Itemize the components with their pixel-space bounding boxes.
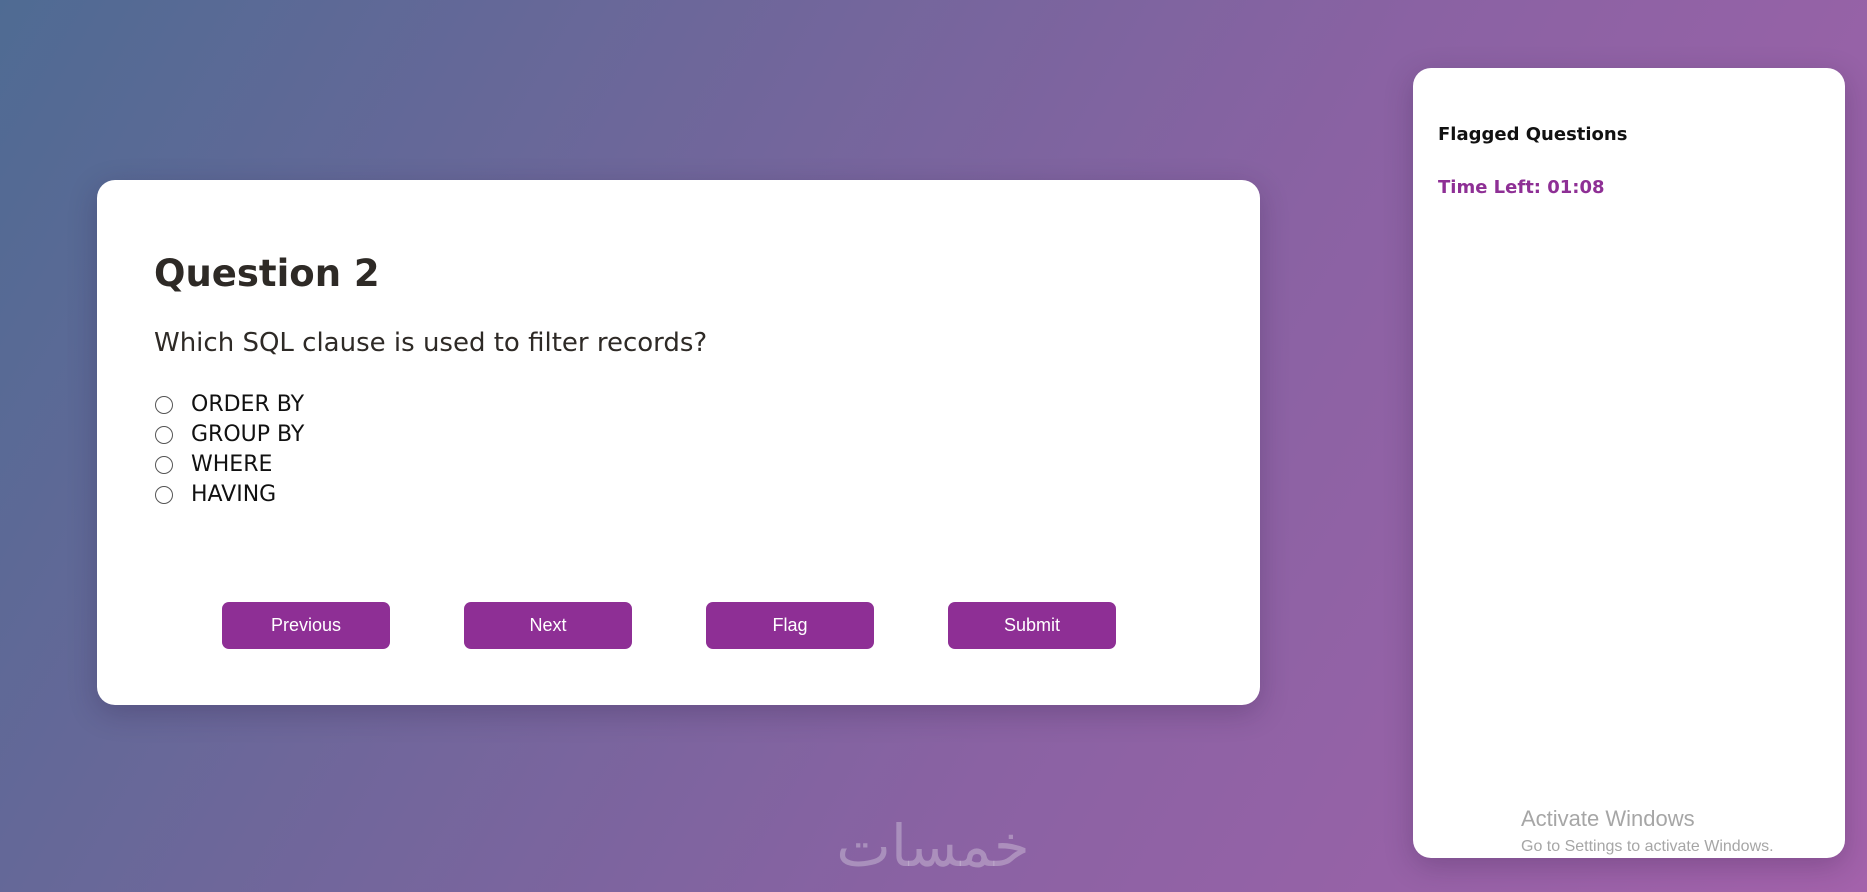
time-left: Time Left: 01:08 [1438, 177, 1605, 198]
option-order-by[interactable]: ORDER BY [154, 390, 1260, 420]
option-where[interactable]: WHERE [154, 450, 1260, 480]
option-group-by[interactable]: GROUP BY [154, 420, 1260, 450]
flag-button[interactable]: Flag [706, 602, 874, 649]
option-label[interactable]: GROUP BY [191, 420, 304, 450]
question-number: Question 2 [154, 252, 380, 295]
radio-having[interactable] [155, 486, 173, 504]
option-label[interactable]: HAVING [191, 480, 276, 510]
activate-windows-notice: Activate Windows Go to Settings to activ… [1521, 805, 1774, 858]
activate-windows-subtitle: Go to Settings to activate Windows. [1521, 838, 1774, 855]
khamsat-watermark: خمسات [836, 812, 1030, 880]
navigation-buttons: Previous Next Flag Submit [222, 602, 1116, 649]
radio-where[interactable] [155, 456, 173, 474]
previous-button[interactable]: Previous [222, 602, 390, 649]
panel-title: Flagged Questions [1438, 124, 1628, 145]
answer-options: ORDER BY GROUP BY WHERE HAVING [154, 390, 1260, 510]
flagged-questions-panel: Flagged Questions Time Left: 01:08 [1413, 68, 1845, 858]
option-label[interactable]: WHERE [191, 450, 272, 480]
next-button[interactable]: Next [464, 602, 632, 649]
option-label[interactable]: ORDER BY [191, 390, 304, 420]
radio-group-by[interactable] [155, 426, 173, 444]
radio-order-by[interactable] [155, 396, 173, 414]
question-text: Which SQL clause is used to filter recor… [154, 328, 708, 358]
activate-windows-title: Activate Windows [1521, 806, 1695, 831]
option-having[interactable]: HAVING [154, 480, 1260, 510]
submit-button[interactable]: Submit [948, 602, 1116, 649]
quiz-card: Question 2 Which SQL clause is used to f… [97, 180, 1260, 705]
